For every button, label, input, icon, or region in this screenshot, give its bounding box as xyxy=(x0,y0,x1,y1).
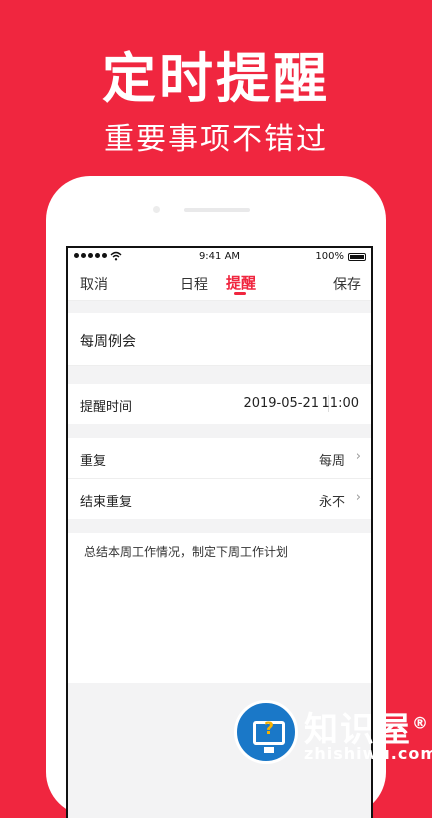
watermark-url: zhishiwu.com xyxy=(304,744,432,763)
end-repeat-value: 永不 xyxy=(318,495,345,510)
event-title-row[interactable]: 每周例会 xyxy=(68,313,371,366)
reminder-time-row[interactable]: 提醒时间 2019-05-21 11:00 xyxy=(68,384,371,424)
end-repeat-row[interactable]: 结束重复 永不 › xyxy=(68,479,371,519)
note-text[interactable]: 总结本周工作情况，制定下周工作计划 xyxy=(84,543,288,560)
chevron-right-icon: › xyxy=(355,449,361,464)
repeat-value: 每周 xyxy=(318,454,345,469)
cancel-button[interactable]: 取消 xyxy=(80,274,108,294)
reminder-time-label: 提醒时间 xyxy=(80,400,133,415)
nav-bar: 取消 日程 提醒 保存 xyxy=(68,266,371,301)
repeat-row[interactable]: 重复 每周 › xyxy=(68,438,371,479)
repeat-label: 重复 xyxy=(80,454,107,469)
battery-percent: 100% xyxy=(315,251,344,262)
watermark: ? 知识屋® zhishiwu.com xyxy=(232,696,432,768)
battery-icon xyxy=(348,253,366,261)
promo-subline: 重要事项不错过 xyxy=(104,122,328,157)
note-field[interactable]: 总结本周工作情况，制定下周工作计划 xyxy=(68,533,371,683)
camera-icon xyxy=(153,206,160,213)
end-repeat-label: 结束重复 xyxy=(80,495,133,510)
chevron-right-icon: › xyxy=(355,490,361,505)
save-button[interactable]: 保存 xyxy=(333,274,361,294)
speaker-grille xyxy=(184,208,250,212)
tab-reminder[interactable]: 提醒 xyxy=(226,272,256,293)
status-bar: 9:41 AM 100% xyxy=(68,248,371,266)
promo-headline: 定时提醒 xyxy=(102,47,330,110)
active-tab-indicator xyxy=(234,292,246,295)
reminder-date[interactable]: 2019-05-21 xyxy=(243,396,319,411)
reminder-clock[interactable]: 11:00 xyxy=(322,396,359,411)
event-title[interactable]: 每周例会 xyxy=(80,331,136,351)
watermark-logo-icon: ? xyxy=(234,700,298,764)
tab-schedule[interactable]: 日程 xyxy=(180,274,208,294)
